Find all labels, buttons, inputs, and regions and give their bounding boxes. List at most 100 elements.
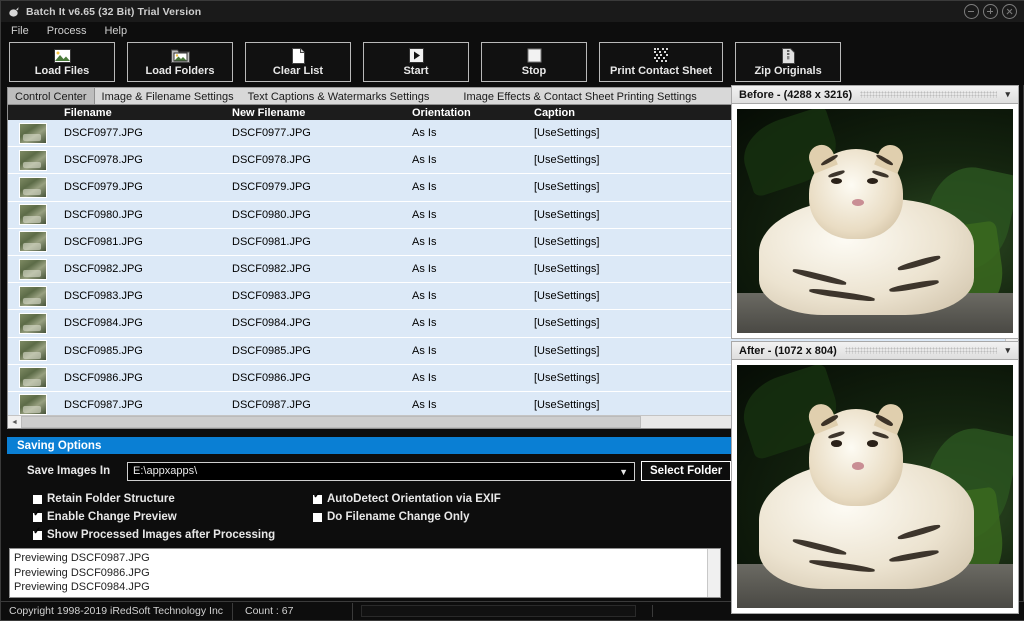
tab-image-effects-contact-sheet-printing-settings[interactable]: Image Effects & Contact Sheet Printing S… [456,88,704,104]
after-preview-panel: After - (1072 x 804) ▾ [731,341,1019,614]
before-preview-image[interactable] [731,104,1019,339]
before-preview-header[interactable]: Before - (4288 x 3216) ▾ [731,85,1019,104]
tiger-photo-after [737,365,1013,608]
row-thumbnail-icon [8,258,58,280]
tab-text-captions-watermarks-settings[interactable]: Text Captions & Watermarks Settings [240,88,437,104]
blank-page-icon [291,47,305,64]
checkbox-box-enable-change-preview[interactable] [33,509,42,522]
column-header-new-filename[interactable]: New Filename [226,107,406,119]
zip-file-icon [781,47,795,64]
maximize-button[interactable] [983,4,998,19]
menu-help[interactable]: Help [102,25,129,37]
cell-orientation: As Is [412,317,437,330]
row-thumbnail-icon [8,176,58,198]
cell-filename: DSCF0984.JPG [64,317,143,330]
log-line: Previewing DSCF0987.JPG [14,552,150,564]
row-thumbnail-icon [8,312,58,334]
close-button[interactable] [1002,4,1017,19]
menu-process[interactable]: Process [45,25,89,37]
cell-filename: DSCF0986.JPG [64,371,143,384]
start-label: Start [403,65,429,77]
tab-control-center[interactable]: Control Center [7,88,95,104]
cell-filename: DSCF0985.JPG [64,344,143,357]
after-preview-image[interactable] [731,360,1019,614]
cell-filename: DSCF0978.JPG [64,154,143,167]
checkbox-label-enable-change-preview: Enable Change Preview [47,511,177,523]
checkbox-do-filename-change-only[interactable]: Do Filename Change Only [313,511,470,523]
zip-originals-label: Zip Originals [754,65,822,77]
cell-new-filename: DSCF0986.JPG [232,371,311,384]
start-button[interactable]: Start [363,42,469,82]
cell-orientation: As Is [412,208,437,221]
print-contact-sheet-label: Print Contact Sheet [610,65,713,77]
log-output[interactable]: Previewing DSCF0987.JPG Previewing DSCF09… [9,548,721,598]
window-controls [964,4,1017,19]
horizontal-scroll-thumb[interactable] [21,416,641,428]
menu-bar: File Process Help [1,22,1024,39]
cell-filename: DSCF0982.JPG [64,263,143,276]
checkbox-enable-change-preview[interactable]: Enable Change Preview [33,509,177,523]
progress-bar [361,605,636,617]
title-bar: Batch It v6.65 (32 Bit) Trial Version [1,1,1024,22]
after-chevron-down-icon[interactable]: ▾ [1005,345,1018,356]
row-thumbnail-icon [8,394,58,415]
zip-originals-button[interactable]: Zip Originals [735,42,842,82]
status-count: Count : 67 [233,602,353,620]
cell-orientation: As Is [412,290,437,303]
checkbox-box-autodetect-orientation[interactable] [313,491,322,504]
cell-new-filename: DSCF0981.JPG [232,235,311,248]
log-vertical-scrollbar[interactable] [707,549,720,597]
tab-image-filename-settings-label: Image & Filename Settings [101,90,234,103]
select-folder-button[interactable]: Select Folder [641,461,732,481]
checkbox-retain-folder-structure[interactable]: Retain Folder Structure [33,493,175,505]
menu-file[interactable]: File [9,25,31,37]
cell-new-filename: DSCF0985.JPG [232,344,311,357]
cell-new-filename: DSCF0980.JPG [232,208,311,221]
cell-orientation: As Is [412,154,437,167]
after-preview-header[interactable]: After - (1072 x 804) ▾ [731,341,1019,360]
checkbox-label-show-processed-images: Show Processed Images after Processing [47,529,276,541]
checkbox-show-processed-images[interactable]: Show Processed Images after Processing [33,527,276,541]
status-copyright: Copyright 1998-2019 iRedSoft Technology … [1,602,233,620]
window-title: Batch It v6.65 (32 Bit) Trial Version [26,5,202,18]
minimize-button[interactable] [964,4,979,19]
cell-filename: DSCF0977.JPG [64,127,143,140]
tiger-photo-before [737,109,1013,333]
checkbox-box-show-processed-images[interactable] [33,527,42,540]
cell-filename: DSCF0981.JPG [64,235,143,248]
before-preview-panel: Before - (4288 x 3216) ▾ [731,85,1019,339]
print-contact-sheet-button[interactable]: Print Contact Sheet [599,42,724,82]
cell-orientation: As Is [412,235,437,248]
cell-orientation: As Is [412,127,437,140]
chevron-down-icon: ▼ [619,466,628,477]
save-path-combobox[interactable]: E:\appxapps\ ▼ [127,461,635,481]
cell-filename: DSCF0987.JPG [64,398,143,411]
stop-square-icon [527,47,542,64]
checkbox-autodetect-orientation[interactable]: AutoDetect Orientation via EXIF [313,491,501,505]
tab-image-filename-settings[interactable]: Image & Filename Settings [94,88,241,104]
tab-control-center-label: Control Center [15,90,87,103]
log-line: Previewing DSCF0986.JPG [14,566,150,579]
load-folders-button[interactable]: Load Folders [127,42,233,82]
stop-label: Stop [521,65,547,77]
tab-text-captions-watermarks-settings-label: Text Captions & Watermarks Settings [247,90,430,103]
status-progress-pane [353,605,653,617]
clear-list-button[interactable]: Clear List [245,42,351,82]
before-chevron-down-icon[interactable]: ▾ [1005,89,1018,100]
folder-image-icon [170,47,190,64]
checkbox-box-retain-folder-structure[interactable] [33,494,42,504]
checkbox-box-do-filename-change-only[interactable] [313,512,322,522]
row-thumbnail-icon [8,285,58,307]
cell-new-filename: DSCF0978.JPG [232,154,311,167]
cell-filename: DSCF0983.JPG [64,290,143,303]
stop-button[interactable]: Stop [481,42,587,82]
scroll-left-icon[interactable]: ◄ [8,415,21,428]
column-header-filename[interactable]: Filename [58,107,226,119]
checkbox-label-autodetect-orientation: AutoDetect Orientation via EXIF [327,493,501,505]
cell-new-filename: DSCF0987.JPG [232,398,311,411]
column-header-orientation[interactable]: Orientation [406,107,528,119]
app-icon [8,6,20,18]
cell-new-filename: DSCF0979.JPG [232,181,311,194]
cell-orientation: As Is [412,181,437,194]
load-files-button[interactable]: Load Files [9,42,115,82]
